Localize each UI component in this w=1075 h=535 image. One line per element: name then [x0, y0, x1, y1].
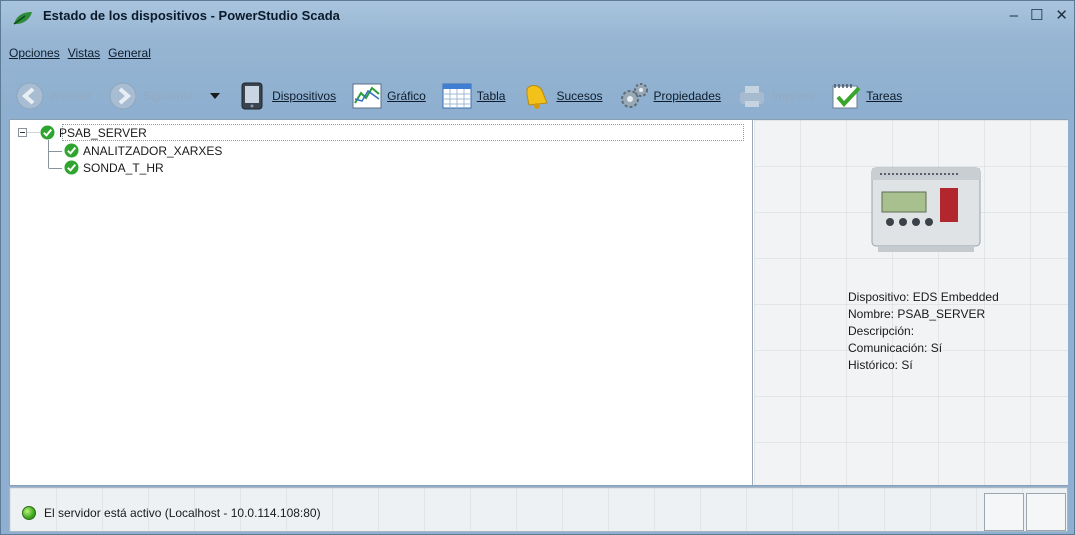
device-info: Dispositivo: EDS Embedded Nombre: PSAB_S…	[848, 289, 999, 374]
app-window: Estado de los dispositivos - PowerStudio…	[0, 0, 1075, 535]
tree-node-label: ANALITZADOR_XARXES	[83, 143, 223, 158]
back-label: Anterior	[50, 89, 93, 103]
back-button[interactable]: Anterior	[15, 81, 92, 111]
menu-vistas[interactable]: Vistas	[68, 46, 100, 60]
tree-node-label: SONDA_T_HR	[83, 160, 164, 175]
forward-button[interactable]: Siguiente	[108, 81, 193, 111]
menu-opciones[interactable]: Opciones	[9, 46, 60, 60]
print-button[interactable]: Imprimir	[737, 81, 815, 111]
table-button[interactable]: Tabla	[442, 81, 506, 111]
device-tree: PSAB_SERVER ANALITZADOR_XARXES SONDA_T_H…	[10, 120, 753, 485]
forward-label: Siguiente	[143, 89, 194, 103]
status-ok-icon	[64, 160, 79, 175]
events-button[interactable]: Sucesos	[521, 81, 603, 111]
window-controls: – ☐ ✕	[1010, 8, 1068, 23]
tree-node-child[interactable]: SONDA_T_HR	[64, 160, 164, 175]
server-active-icon	[22, 506, 36, 520]
status-ok-icon	[64, 143, 79, 158]
tasks-label: Tareas	[866, 89, 903, 103]
minimize-button[interactable]: –	[1010, 8, 1018, 23]
menu-bar: Opciones Vistas General	[9, 46, 151, 60]
title-bar: Estado de los dispositivos - PowerStudio…	[1, 1, 1074, 29]
tree-node-label: PSAB_SERVER	[59, 125, 147, 140]
device-detail-pane: Dispositivo: EDS Embedded Nombre: PSAB_S…	[754, 120, 1068, 485]
info-history: Histórico: Sí	[848, 358, 913, 372]
chart-label: Gráfico	[387, 89, 426, 103]
device-icon	[241, 82, 263, 110]
table-icon	[442, 83, 472, 109]
menu-general[interactable]: General	[108, 46, 151, 60]
tree-node-root[interactable]: PSAB_SERVER	[40, 125, 147, 140]
history-dropdown[interactable]	[209, 91, 221, 101]
tasks-check-icon	[832, 84, 861, 109]
chart-icon	[352, 83, 382, 109]
bell-icon	[526, 85, 549, 109]
info-description: Descripción:	[848, 324, 915, 338]
printer-icon	[739, 86, 764, 107]
tasks-button[interactable]: Tareas	[831, 81, 902, 111]
status-panel-left	[984, 493, 1024, 531]
info-device: Dispositivo: EDS Embedded	[848, 290, 999, 304]
back-arrow-icon	[16, 82, 44, 110]
info-communication: Comunicación: Sí	[848, 341, 943, 355]
table-label: Tabla	[476, 89, 506, 103]
status-ok-icon	[40, 125, 55, 140]
print-label: Imprimir	[771, 89, 816, 103]
status-panel-right	[1026, 493, 1066, 531]
devices-label: Dispositivos	[272, 89, 337, 103]
gears-icon	[620, 83, 648, 108]
tree-node-child[interactable]: ANALITZADOR_XARXES	[64, 143, 222, 158]
device-image	[871, 167, 981, 252]
toolbar: Anterior Siguiente Dispositivos Gráfico …	[15, 76, 918, 116]
chart-button[interactable]: Gráfico	[352, 81, 426, 111]
devices-button[interactable]: Dispositivos	[237, 81, 336, 111]
app-leaf-icon	[13, 12, 32, 25]
status-bar: El servidor está activo (Localhost - 10.…	[9, 487, 1068, 532]
properties-label: Propiedades	[653, 89, 721, 103]
forward-arrow-icon	[109, 82, 137, 110]
content-area: PSAB_SERVER ANALITZADOR_XARXES SONDA_T_H…	[9, 119, 1068, 486]
tree-selection-box	[62, 124, 744, 141]
window-title: Estado de los dispositivos - PowerStudio…	[43, 8, 340, 23]
status-text: El servidor está activo (Localhost - 10.…	[44, 506, 321, 520]
info-name: Nombre: PSAB_SERVER	[848, 307, 986, 321]
chevron-down-icon	[210, 93, 221, 99]
properties-button[interactable]: Propiedades	[619, 81, 721, 111]
events-label: Sucesos	[556, 89, 603, 103]
close-button[interactable]: ✕	[1055, 8, 1068, 23]
maximize-button[interactable]: ☐	[1030, 8, 1043, 23]
